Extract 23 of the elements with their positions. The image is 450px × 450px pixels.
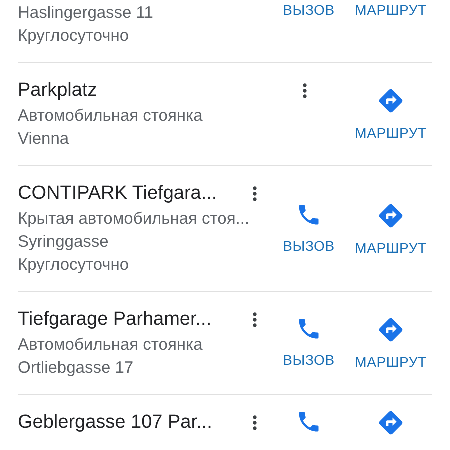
call-button[interactable]: ВЫЗОВ — [268, 316, 350, 370]
route-button[interactable]: МАРШРУТ — [350, 316, 432, 370]
place-detail: Круглосуточно — [18, 255, 130, 276]
directions-icon — [377, 87, 405, 115]
directions-icon — [377, 202, 405, 230]
place-detail: Ortliebgasse 17 — [18, 358, 135, 379]
place-title: CONTIPARK Tiefgara... — [18, 182, 218, 206]
route-button[interactable]: МАРШРУТ — [350, 202, 432, 256]
place-title: Geblergasse 107 Par... — [18, 411, 214, 435]
place-detail: Автомобильная стоянка — [18, 335, 204, 356]
place-detail: Haslingergasse 11 — [18, 3, 154, 24]
place-title: Parkplatz — [18, 79, 98, 103]
place-detail: Автомобильная стоянка — [18, 106, 204, 127]
route-button[interactable]: МАРШРУТ — [350, 87, 432, 141]
call-button[interactable]: ВЫЗОВ — [268, 202, 350, 256]
directions-icon — [377, 316, 405, 344]
directions-icon — [377, 409, 405, 437]
place-title: Tiefgarage Parhamer... — [18, 308, 213, 332]
place-detail: Vienna — [18, 129, 70, 150]
place-detail: Syringgasse — [18, 232, 110, 253]
route-button[interactable]: МАРШРУТ — [350, 2, 432, 18]
place-detail: Круглосуточно — [18, 26, 130, 47]
call-button[interactable]: ВЫЗОВ — [268, 2, 350, 18]
